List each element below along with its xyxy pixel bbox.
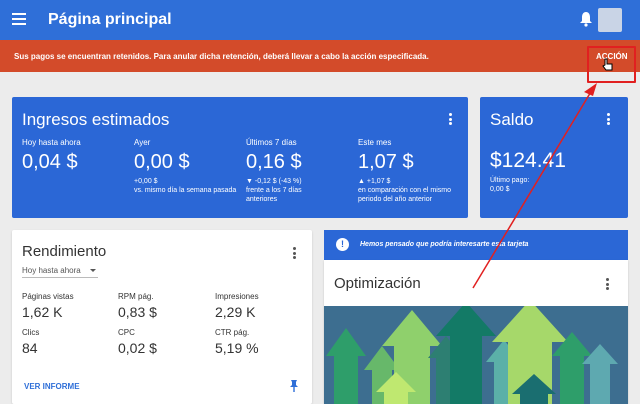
annotation-arrow [472,83,597,289]
